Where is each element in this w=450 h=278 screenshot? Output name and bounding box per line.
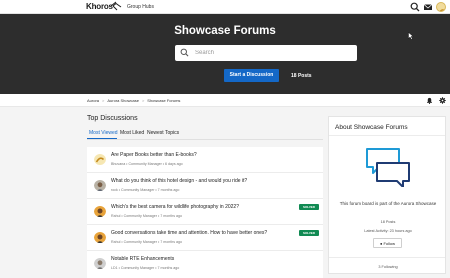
discussion-meta: Rahul • Community Manager • 7 months ago	[111, 240, 183, 244]
avatar[interactable]	[94, 153, 106, 165]
breadcrumb: Aurora > Aurora Showcase > Showcase Forums	[87, 98, 180, 103]
bell-icon[interactable]	[426, 97, 433, 104]
search-icon	[180, 48, 189, 57]
mail-icon[interactable]	[423, 2, 433, 12]
breadcrumb-item-showcase[interactable]: Aurora Showcase	[107, 98, 139, 103]
tab-most-viewed[interactable]: Most Viewed	[89, 130, 118, 136]
discussion-meta: LD1 • Community Manager • 7 months ago	[111, 266, 180, 270]
follow-button[interactable]: ● Follow	[373, 238, 402, 248]
discussion-title[interactable]: Which's the best camera for wildlife pho…	[111, 204, 239, 210]
latest-activity: Latest Activity: 23 hours ago	[364, 229, 412, 233]
avatar[interactable]	[94, 205, 106, 217]
top-navigation: Khoros Group Hubs	[0, 0, 450, 14]
search-box[interactable]	[175, 45, 357, 61]
list-item[interactable]: Are Paper Books better than E-books? Bhu…	[87, 147, 323, 173]
user-avatar[interactable]	[436, 2, 446, 12]
list-item[interactable]: Notable RTE Enhancements LD1 • Community…	[87, 251, 323, 277]
avatar[interactable]	[94, 179, 106, 191]
discussion-meta: Bhuvana • Community Manager • 6 days ago	[111, 162, 183, 166]
about-card: About Showcase Forums This forum board i…	[328, 116, 446, 274]
list-item[interactable]: Good conversations take time and attenti…	[87, 225, 323, 251]
tabs-divider	[87, 139, 323, 140]
breadcrumb-item-current: Showcase Forums	[147, 98, 181, 103]
list-item[interactable]: Which's the best camera for wildlife pho…	[87, 199, 323, 225]
hero-banner: Showcase Forums Start a Discussion 18 Po…	[0, 14, 450, 94]
chat-bubbles-icon	[366, 148, 410, 187]
discussion-meta: Rahul • Community Manager • 7 months ago	[111, 214, 183, 218]
start-discussion-button[interactable]: Start a Discussion	[224, 69, 279, 82]
gear-icon[interactable]	[439, 97, 446, 104]
avatar-image-icon	[94, 180, 106, 191]
avatar[interactable]	[94, 257, 106, 269]
discussion-title[interactable]: Good conversations take time and attenti…	[111, 230, 267, 236]
nav-group-hubs[interactable]: Group Hubs	[127, 4, 154, 10]
page-title: Showcase Forums	[174, 25, 276, 37]
following-count[interactable]: 3 Following	[335, 265, 441, 269]
solved-badge: SOLVED	[299, 204, 319, 210]
discussion-title[interactable]: Are Paper Books better than E-books?	[111, 152, 197, 158]
avatar-image-icon	[439, 9, 445, 11]
avatar[interactable]	[94, 231, 106, 243]
breadcrumb-separator: >	[102, 98, 105, 103]
avatar-image-icon	[94, 232, 106, 243]
discussion-list: Are Paper Books better than E-books? Bhu…	[87, 147, 323, 278]
avatar-image-icon	[94, 258, 106, 269]
tab-most-liked[interactable]: Most Liked	[120, 130, 144, 136]
about-card-title: About Showcase Forums	[335, 124, 408, 131]
tab-newest-topics[interactable]: Newest Topics	[147, 130, 179, 136]
solved-badge: SOLVED	[299, 230, 319, 236]
card-divider	[329, 135, 445, 136]
about-description: This forum board is part of the Aurora S…	[339, 201, 437, 206]
section-title: Top Discussions	[87, 115, 138, 122]
follow-button-label: Follow	[383, 241, 396, 246]
search-input[interactable]	[195, 47, 350, 59]
brand-logo[interactable]: Khoros	[86, 2, 113, 11]
list-item[interactable]: What do you think of this hotel design -…	[87, 173, 323, 199]
breadcrumb-item-aurora[interactable]: Aurora	[87, 98, 99, 103]
discussion-title[interactable]: Notable RTE Enhancements	[111, 256, 174, 262]
card-divider	[329, 257, 445, 258]
posts-count: 18 Posts	[291, 73, 312, 79]
avatar-image-icon	[94, 206, 106, 217]
mouse-cursor-icon	[408, 32, 414, 40]
discussion-meta: rock • Community Manager • 7 months ago	[111, 188, 180, 192]
discussion-title[interactable]: What do you think of this hotel design -…	[111, 178, 247, 184]
about-posts-count: 18 Posts	[380, 220, 396, 224]
follow-bell-icon: ●	[379, 241, 383, 246]
search-icon[interactable]	[410, 2, 420, 12]
breadcrumb-separator: >	[141, 98, 145, 103]
breadcrumb-bar: Aurora > Aurora Showcase > Showcase Forums	[0, 94, 450, 107]
avatar-image-icon	[94, 154, 106, 165]
khoros-logo-mark-icon	[110, 1, 122, 11]
